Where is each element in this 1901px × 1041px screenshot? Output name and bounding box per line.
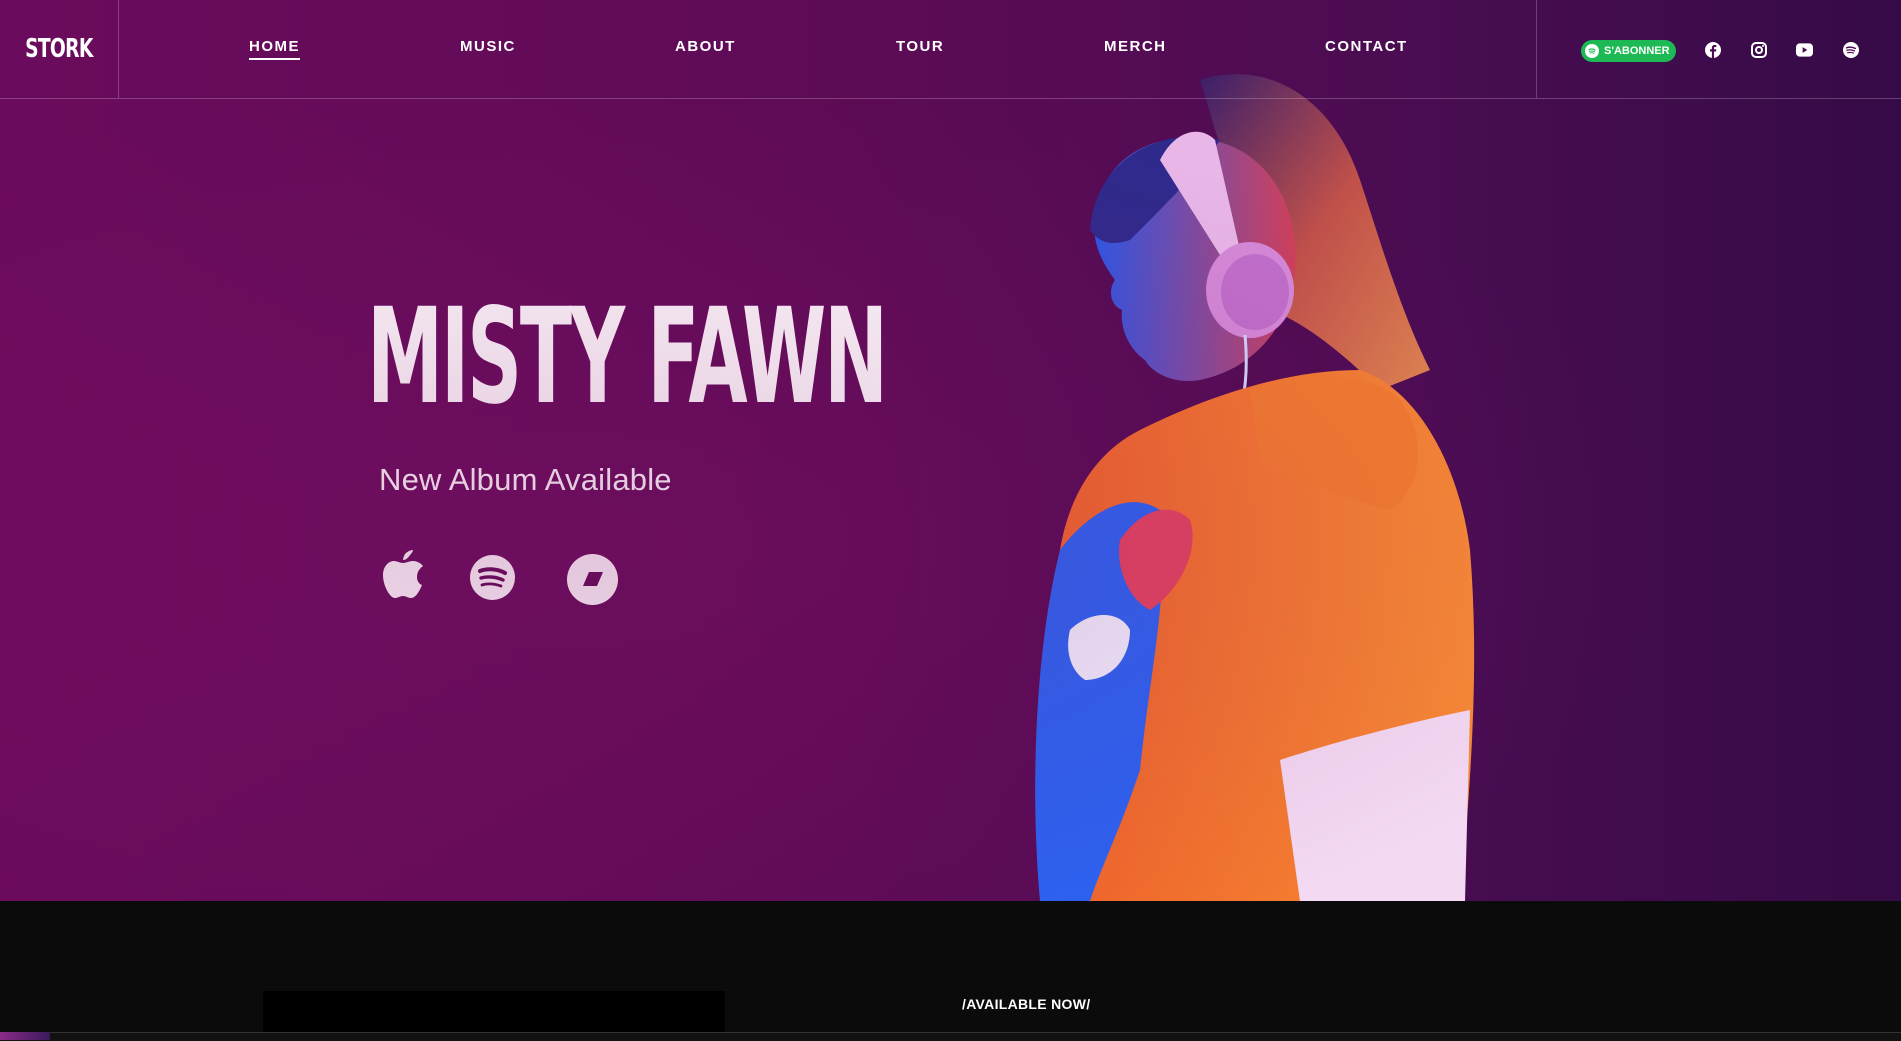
nav-item-tour[interactable]: TOUR xyxy=(896,38,944,55)
spotify-icon[interactable] xyxy=(470,555,515,600)
subscribe-label: S'ABONNER xyxy=(1604,45,1670,57)
spotify-icon xyxy=(1585,44,1599,58)
deezer-icon[interactable] xyxy=(567,554,618,605)
facebook-icon[interactable] xyxy=(1704,41,1721,58)
apple-music-icon[interactable] xyxy=(381,550,425,602)
nav-item-music[interactable]: MUSIC xyxy=(460,38,516,55)
spotify-subscribe-button[interactable]: S'ABONNER xyxy=(1581,40,1676,62)
hero-subtitle: New Album Available xyxy=(379,462,672,497)
available-now-heading: /AVAILABLE NOW/ xyxy=(962,996,1091,1012)
main-menu: HOME MUSIC ABOUT TOUR MERCH CONTACT xyxy=(118,0,1536,98)
instagram-icon[interactable] xyxy=(1750,41,1767,58)
nav-item-home[interactable]: HOME xyxy=(249,38,300,60)
social-area: S'ABONNER xyxy=(1536,0,1901,98)
spotify-icon[interactable] xyxy=(1842,41,1859,58)
nav-item-about[interactable]: ABOUT xyxy=(675,38,736,55)
artist-name: MISTY FAWN xyxy=(367,280,888,434)
player-thumbnail[interactable] xyxy=(0,1032,50,1040)
youtube-icon[interactable] xyxy=(1796,41,1813,58)
site-logo[interactable]: STORK xyxy=(25,34,93,64)
top-navigation: STORK HOME MUSIC ABOUT TOUR MERCH CONTAC… xyxy=(0,0,1901,99)
logo-cell: STORK xyxy=(0,0,119,98)
hero-artist-photo xyxy=(1035,74,1475,901)
nav-item-merch[interactable]: MERCH xyxy=(1104,38,1167,55)
nav-item-contact[interactable]: CONTACT xyxy=(1325,38,1408,55)
hero-section: MISTY FAWN New Album Available xyxy=(0,0,1901,901)
